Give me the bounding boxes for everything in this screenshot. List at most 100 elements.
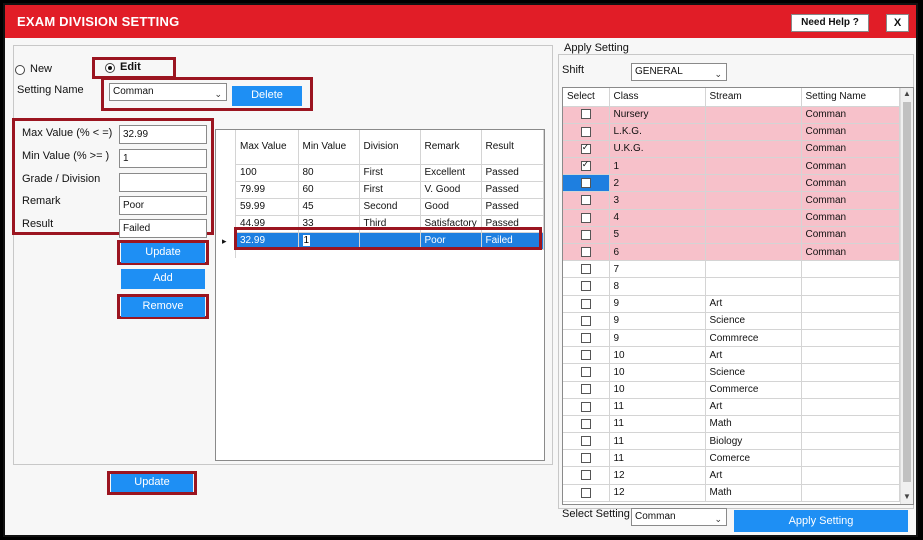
class-row[interactable]: 4 Comman: [563, 209, 900, 227]
division-cell[interactable]: Second: [359, 198, 421, 216]
class-cell-stream[interactable]: Art: [705, 346, 802, 365]
class-cell-stream[interactable]: [705, 260, 802, 279]
class-cell-setting[interactable]: [801, 466, 900, 485]
scroll-up-icon[interactable]: ▲: [903, 89, 911, 98]
class-cell-class[interactable]: 9: [609, 312, 706, 330]
select-checkbox[interactable]: [580, 142, 591, 154]
class-cell-setting[interactable]: [801, 398, 900, 416]
class-row[interactable]: L.K.G. Comman: [563, 123, 900, 141]
class-row[interactable]: 3 Comman: [563, 191, 900, 210]
max-value-input[interactable]: 32.99: [119, 125, 207, 144]
select-cell[interactable]: [563, 346, 610, 365]
select-cell[interactable]: [563, 123, 610, 141]
class-cell-setting[interactable]: [801, 415, 900, 434]
class-cell-class[interactable]: 11: [609, 449, 706, 468]
class-cell-stream[interactable]: Science: [705, 312, 802, 330]
class-cell-stream[interactable]: [705, 174, 802, 193]
class-cell-setting[interactable]: Comman: [801, 140, 900, 159]
select-checkbox[interactable]: [580, 212, 591, 223]
edit-radio[interactable]: [105, 63, 115, 73]
class-cell-setting[interactable]: [801, 312, 900, 330]
select-cell[interactable]: [563, 363, 610, 382]
select-cell[interactable]: [563, 226, 610, 245]
class-cell-setting[interactable]: Comman: [801, 209, 900, 227]
select-checkbox[interactable]: [580, 281, 591, 292]
class-col-header[interactable]: Select: [563, 88, 610, 107]
select-cell[interactable]: [563, 381, 610, 399]
class-cell-setting[interactable]: [801, 329, 900, 348]
class-cell-stream[interactable]: [705, 277, 802, 296]
remove-row-button[interactable]: Remove: [121, 297, 205, 317]
class-row[interactable]: 9 Science: [563, 312, 900, 330]
remark-input[interactable]: Poor: [119, 196, 207, 215]
class-cell-class[interactable]: 11: [609, 432, 706, 451]
class-cell-class[interactable]: 2: [609, 174, 706, 193]
class-cell-stream[interactable]: Art: [705, 398, 802, 416]
class-cell-class[interactable]: 12: [609, 466, 706, 485]
division-cell[interactable]: Passed: [481, 198, 544, 216]
select-checkbox[interactable]: [580, 126, 591, 137]
division-col-header[interactable]: Max Value: [236, 130, 299, 165]
class-cell-setting[interactable]: Comman: [801, 191, 900, 210]
class-cell-class[interactable]: L.K.G.: [609, 123, 706, 141]
class-cell-stream[interactable]: Math: [705, 484, 802, 502]
result-input[interactable]: Failed: [119, 219, 207, 238]
class-cell-class[interactable]: 10: [609, 363, 706, 382]
select-cell[interactable]: [563, 466, 610, 485]
select-cell[interactable]: [563, 295, 610, 313]
class-cell-setting[interactable]: [801, 277, 900, 296]
class-cell-stream[interactable]: Commrece: [705, 329, 802, 348]
division-cell[interactable]: V. Good: [420, 181, 482, 199]
select-cell[interactable]: [563, 209, 610, 227]
select-cell[interactable]: [563, 398, 610, 416]
class-row[interactable]: 10 Commerce: [563, 381, 900, 399]
min-value-input[interactable]: 1: [119, 149, 207, 168]
division-cell[interactable]: Good: [420, 198, 482, 216]
class-cell-setting[interactable]: [801, 381, 900, 399]
division-row[interactable]: 59.99 45 Second Good Passed: [236, 198, 544, 216]
class-cell-setting[interactable]: [801, 484, 900, 502]
close-button[interactable]: X: [886, 14, 909, 32]
select-checkbox[interactable]: [580, 195, 591, 206]
class-row[interactable]: 12 Math: [563, 484, 900, 502]
select-cell[interactable]: [563, 157, 610, 176]
class-row[interactable]: 9 Commrece: [563, 329, 900, 348]
class-cell-setting[interactable]: Comman: [801, 157, 900, 176]
select-cell[interactable]: [563, 277, 610, 296]
division-cell[interactable]: 45: [298, 198, 360, 216]
select-cell[interactable]: [563, 432, 610, 451]
class-cell-setting[interactable]: [801, 260, 900, 279]
update-row-button[interactable]: Update: [121, 243, 205, 263]
select-checkbox[interactable]: [580, 470, 591, 481]
division-row[interactable]: 100 80 First Excellent Passed: [236, 164, 544, 182]
select-checkbox[interactable]: [580, 487, 591, 498]
division-cell[interactable]: 60: [298, 181, 360, 199]
grade-division-input[interactable]: [119, 173, 207, 192]
class-grid[interactable]: Select Class Stream Setting Name Nursery Com…: [562, 87, 914, 505]
class-cell-setting[interactable]: [801, 449, 900, 468]
class-row[interactable]: 11 Math: [563, 415, 900, 434]
class-cell-setting[interactable]: [801, 363, 900, 382]
class-row[interactable]: 10 Art: [563, 346, 900, 365]
class-cell-setting[interactable]: Comman: [801, 226, 900, 245]
class-row[interactable]: 6 Comman: [563, 243, 900, 262]
class-cell-class[interactable]: 9: [609, 295, 706, 313]
class-cell-setting[interactable]: Comman: [801, 106, 900, 124]
division-cell[interactable]: Passed: [481, 181, 544, 199]
class-cell-stream[interactable]: Math: [705, 415, 802, 434]
division-cell[interactable]: Excellent: [420, 164, 482, 182]
class-cell-setting[interactable]: [801, 432, 900, 451]
apply-setting-button[interactable]: Apply Setting: [734, 510, 908, 532]
class-cell-setting[interactable]: Comman: [801, 243, 900, 262]
setting-name-select[interactable]: Comman ⌄: [109, 83, 227, 101]
select-checkbox[interactable]: [580, 332, 591, 343]
select-checkbox[interactable]: [580, 109, 591, 120]
select-checkbox[interactable]: [580, 229, 591, 240]
select-cell[interactable]: [563, 312, 610, 330]
select-cell[interactable]: [563, 174, 610, 193]
class-cell-stream[interactable]: [705, 140, 802, 159]
division-col-header[interactable]: Remark: [420, 130, 482, 165]
new-radio[interactable]: [15, 65, 25, 75]
class-cell-stream[interactable]: [705, 209, 802, 227]
save-update-button[interactable]: Update: [111, 474, 193, 492]
